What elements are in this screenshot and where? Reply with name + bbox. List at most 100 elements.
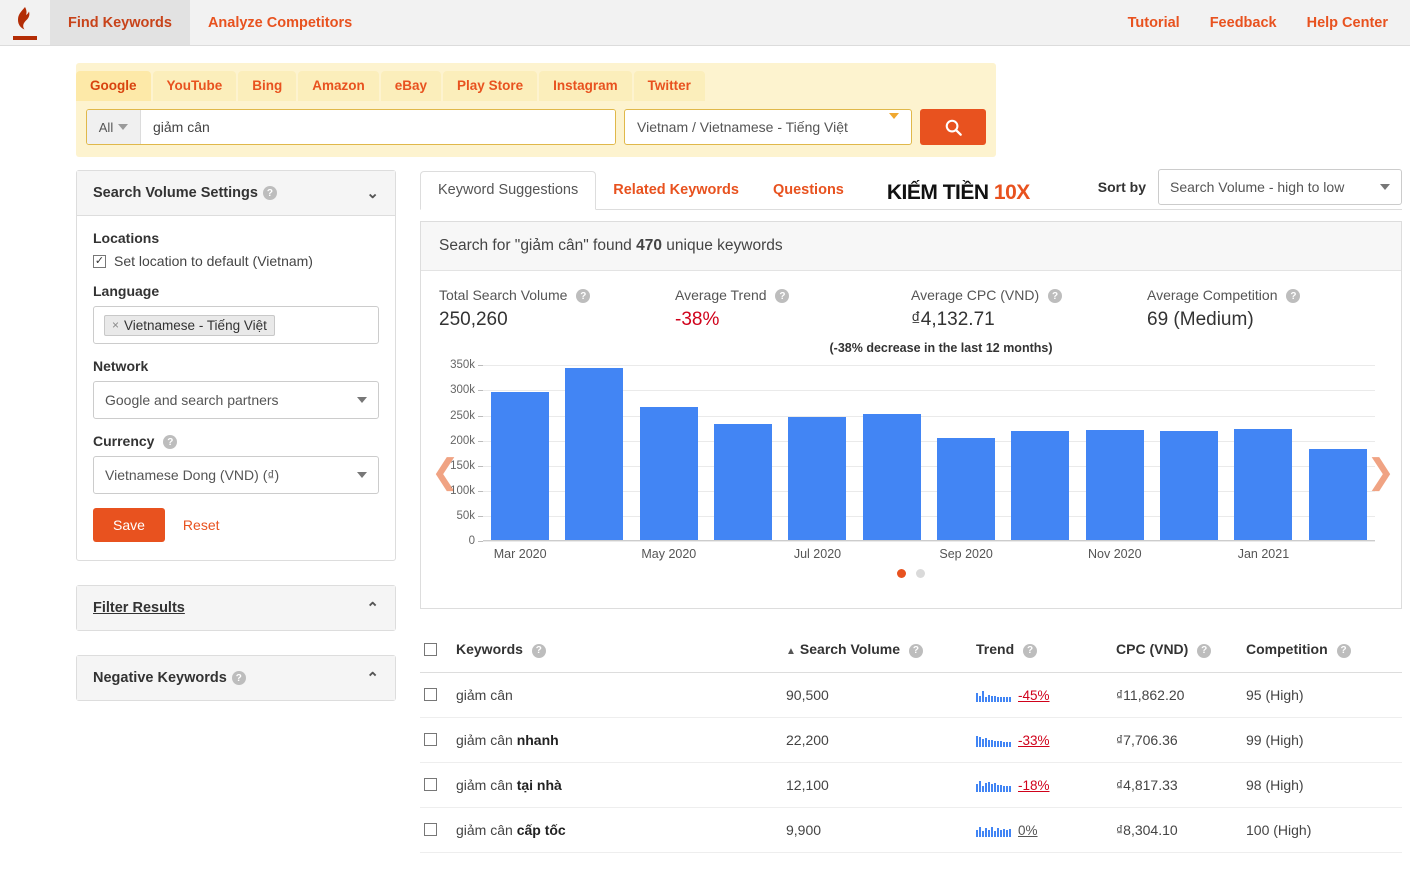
engine-tab-instagram[interactable]: Instagram xyxy=(539,70,632,101)
chart-x-tick-label: May 2020 xyxy=(641,547,697,562)
chart-x-tick-label xyxy=(557,547,631,561)
network-value: Google and search partners xyxy=(105,392,279,408)
carousel-dot[interactable] xyxy=(916,569,925,579)
chart-bar[interactable] xyxy=(1308,449,1367,542)
table-row[interactable]: giảm cân tại nhà 12,100 -18% ₫4,817.33 98 (H… xyxy=(420,762,1402,808)
language-label: Language xyxy=(93,283,160,299)
engine-tab-amazon[interactable]: Amazon xyxy=(298,70,379,101)
chart-y-tickmark xyxy=(478,541,483,543)
cell-competition: 95 (High) xyxy=(1242,672,1402,718)
engine-tab-google[interactable]: Google xyxy=(76,70,151,101)
default-location-checkbox[interactable]: ✓ xyxy=(93,254,106,268)
chevron-down-icon xyxy=(357,397,367,403)
chevron-up-icon[interactable]: ⌃ xyxy=(366,599,379,617)
help-icon[interactable]: ? xyxy=(775,289,790,304)
cell-trend: -33% xyxy=(972,717,1112,763)
cell-search-volume: 90,500 xyxy=(782,672,972,718)
language-chip: × Vietnamese - Tiếng Việt xyxy=(104,314,275,336)
engine-tab-label: eBay xyxy=(394,77,428,93)
table-row[interactable]: giảm cân cấp tốc 9,900 0% ₫8,304.10 100 (Hig… xyxy=(420,807,1402,853)
engine-tab-twitter[interactable]: Twitter xyxy=(633,70,705,101)
chart-x-tick-label xyxy=(1152,547,1226,561)
trend-percent[interactable]: -33% xyxy=(1018,733,1050,748)
currency-value: Vietnamese Dong (VND) (₫) xyxy=(105,467,280,484)
remove-chip-icon[interactable]: × xyxy=(112,318,119,332)
chart-bar[interactable] xyxy=(1160,431,1219,542)
search-volume-settings-panel: Search Volume Settings ? ⌄ Locations ✓ S… xyxy=(76,170,396,562)
header-search-volume[interactable]: ▲ Search Volume ? xyxy=(782,631,972,673)
chart-bar[interactable] xyxy=(565,367,624,542)
chart-y-tick-label: 50k xyxy=(456,510,475,523)
chart-bar[interactable] xyxy=(1011,431,1070,542)
help-icon[interactable]: ? xyxy=(908,643,923,658)
chevron-up-icon[interactable]: ⌃ xyxy=(366,669,379,687)
nav-tab-label: Find Keywords xyxy=(68,14,172,31)
negative-keywords-header[interactable]: Negative Keywords ? ⌃ xyxy=(77,656,395,701)
sort-select[interactable]: Search Volume - high to low xyxy=(1158,169,1402,205)
chart-bar[interactable] xyxy=(639,406,698,542)
default-location-row[interactable]: ✓ Set location to default (Vietnam) xyxy=(93,253,379,269)
row-checkbox[interactable] xyxy=(424,778,437,792)
results-summary-card: Search for "giảm cân" found 470 unique k… xyxy=(420,221,1402,610)
row-checkbox[interactable] xyxy=(424,733,437,747)
carousel-dot[interactable] xyxy=(897,569,906,579)
help-icon[interactable]: ? xyxy=(531,643,546,658)
chart-bar[interactable] xyxy=(714,424,773,542)
header-keywords[interactable]: Keywords ? xyxy=(452,631,782,673)
help-icon[interactable]: ? xyxy=(1048,289,1063,304)
reset-button[interactable]: Reset xyxy=(183,517,220,533)
help-center-link[interactable]: Help Center xyxy=(1307,15,1388,31)
match-type-dropdown[interactable]: All xyxy=(87,110,141,144)
engine-tab-youtube[interactable]: YouTube xyxy=(152,70,237,101)
select-all-checkbox[interactable] xyxy=(424,642,437,656)
language-chip-input[interactable]: × Vietnamese - Tiếng Việt xyxy=(93,306,379,344)
language-location-dropdown[interactable]: Vietnam / Vietnamese - Tiếng Việt xyxy=(624,109,913,145)
help-icon[interactable]: ? xyxy=(231,671,246,686)
tab-questions[interactable]: Questions xyxy=(756,172,861,209)
network-select[interactable]: Google and search partners xyxy=(93,381,379,419)
help-icon[interactable]: ? xyxy=(262,186,277,200)
chart-bar[interactable] xyxy=(788,416,847,542)
help-icon[interactable]: ? xyxy=(1197,643,1212,658)
trend-percent[interactable]: -18% xyxy=(1018,778,1050,793)
chart-bar[interactable] xyxy=(1234,428,1293,542)
table-row[interactable]: giảm cân 90,500 -45% ₫11,862.20 95 (High) xyxy=(420,672,1402,718)
trend-sparkline xyxy=(976,689,1011,702)
header-trend[interactable]: Trend ? xyxy=(972,631,1112,673)
tab-related-keywords[interactable]: Related Keywords xyxy=(596,172,756,209)
filter-results-header[interactable]: Filter Results ⌃ xyxy=(77,586,395,631)
engine-tab-bing[interactable]: Bing xyxy=(238,70,297,101)
chart-bar[interactable] xyxy=(1085,430,1144,542)
help-icon[interactable]: ? xyxy=(1023,643,1038,658)
help-icon[interactable]: ? xyxy=(1336,643,1351,658)
app-logo[interactable] xyxy=(0,0,50,45)
nav-tab-analyze-competitors[interactable]: Analyze Competitors xyxy=(190,0,370,45)
engine-tab-play-store[interactable]: Play Store xyxy=(443,70,538,101)
feedback-link[interactable]: Feedback xyxy=(1210,15,1277,31)
header-competition[interactable]: Competition ? xyxy=(1242,631,1402,673)
chart-bar[interactable] xyxy=(491,391,550,542)
chevron-down-icon[interactable]: ⌄ xyxy=(366,184,379,202)
search-volume-settings-header[interactable]: Search Volume Settings ? ⌄ xyxy=(77,171,395,216)
keyword-base: giảm cân xyxy=(456,731,517,748)
chart-bar[interactable] xyxy=(937,438,996,542)
nav-tab-find-keywords[interactable]: Find Keywords xyxy=(50,0,190,45)
trend-percent[interactable]: -45% xyxy=(1018,688,1050,703)
table-row[interactable]: giảm cân nhanh 22,200 -33% ₫7,706.36 99 (Hig… xyxy=(420,717,1402,763)
help-icon[interactable]: ? xyxy=(576,289,591,304)
tutorial-link[interactable]: Tutorial xyxy=(1128,15,1180,31)
search-button[interactable] xyxy=(920,109,986,145)
row-checkbox[interactable] xyxy=(424,688,437,702)
help-icon[interactable]: ? xyxy=(163,435,178,450)
row-checkbox[interactable] xyxy=(424,823,437,837)
search-input[interactable] xyxy=(141,110,615,144)
tab-keyword-suggestions[interactable]: Keyword Suggestions xyxy=(420,171,597,210)
engine-tab-label: Bing xyxy=(252,77,283,93)
trend-percent[interactable]: 0% xyxy=(1018,823,1038,838)
header-cpc[interactable]: CPC (VND) ? xyxy=(1112,631,1242,673)
help-icon[interactable]: ? xyxy=(1286,289,1301,304)
chart-bar[interactable] xyxy=(862,413,921,542)
engine-tab-ebay[interactable]: eBay xyxy=(380,70,442,101)
currency-select[interactable]: Vietnamese Dong (VND) (₫) xyxy=(93,456,379,495)
save-button[interactable]: Save xyxy=(93,508,165,543)
